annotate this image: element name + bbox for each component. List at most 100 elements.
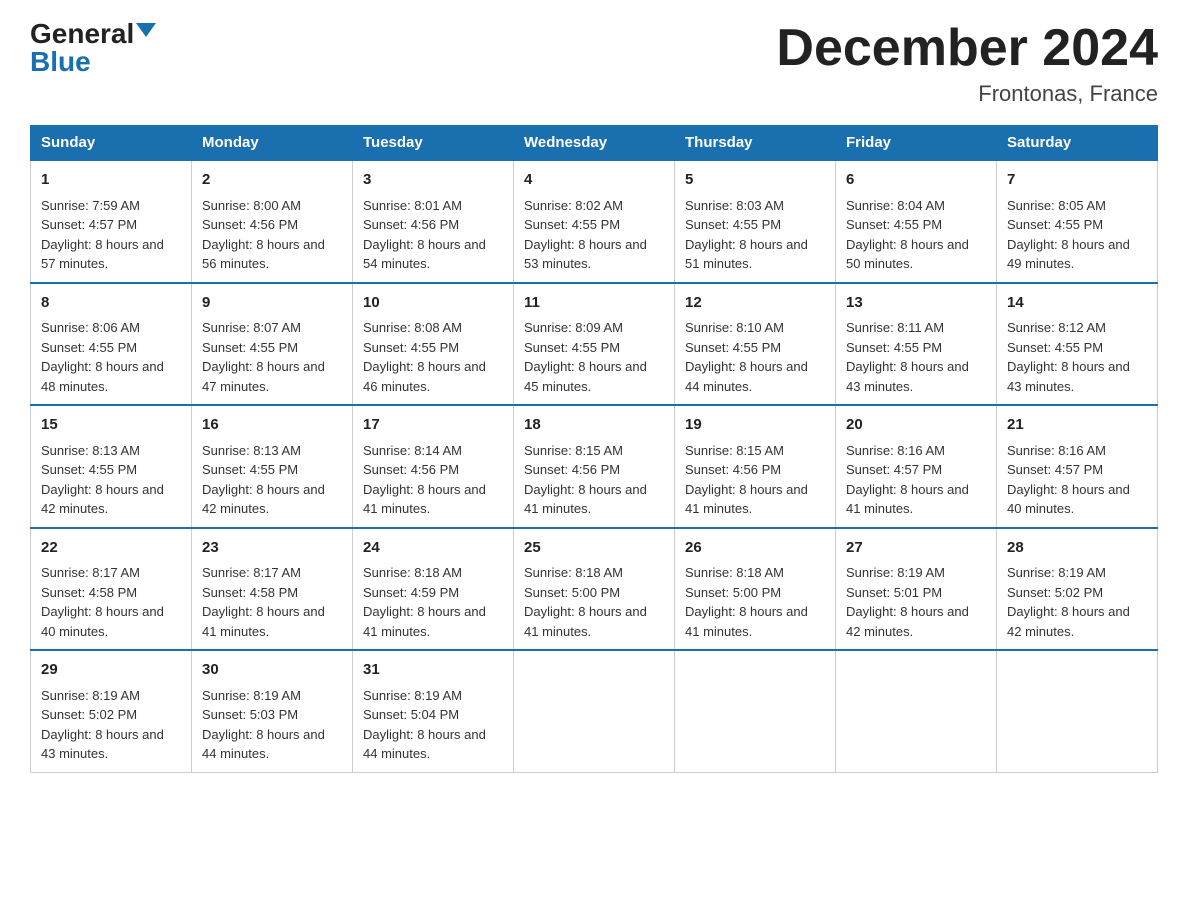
calendar-cell: 21 Sunrise: 8:16 AMSunset: 4:57 PMDayligh… [997,405,1158,528]
weekday-header-wednesday: Wednesday [514,126,675,161]
calendar-cell: 15Sunrise: 8:13 AMSunset: 4:55 PMDayligh… [31,405,192,528]
weekday-header-monday: Monday [192,126,353,161]
day-info: Sunrise: 8:16 AMSunset: 4:57 PMDaylight:… [846,441,986,519]
day-number: 12 [685,292,825,315]
page-header: General Blue December 2024 Frontonas, Fr… [30,20,1158,107]
calendar-cell: 16 Sunrise: 8:13 AMSunset: 4:55 PMDayligh… [192,405,353,528]
calendar-cell: 14 Sunrise: 8:12 AMSunset: 4:55 PMDayligh… [997,283,1158,406]
calendar-cell: 1Sunrise: 7:59 AMSunset: 4:57 PMDaylight… [31,160,192,283]
calendar-header-row: SundayMondayTuesdayWednesdayThursdayFrid… [31,126,1158,161]
day-number: 10 [363,292,503,315]
calendar-week-row: 1Sunrise: 7:59 AMSunset: 4:57 PMDaylight… [31,160,1158,283]
day-number: 25 [524,537,664,560]
day-number: 24 [363,537,503,560]
calendar-cell: 29 Sunrise: 8:19 AMSunset: 5:02 PMDayligh… [31,650,192,772]
calendar-week-row: 15Sunrise: 8:13 AMSunset: 4:55 PMDayligh… [31,405,1158,528]
day-info: Sunrise: 8:18 AMSunset: 4:59 PMDaylight:… [363,563,503,641]
day-info: Sunrise: 8:03 AMSunset: 4:55 PMDaylight:… [685,196,825,274]
calendar-cell: 25 Sunrise: 8:18 AMSunset: 5:00 PMDayligh… [514,528,675,651]
title-block: December 2024 Frontonas, France [776,20,1158,107]
day-number: 30 [202,659,342,682]
day-number: 20 [846,414,986,437]
day-info: Sunrise: 8:17 AMSunset: 4:58 PMDaylight:… [41,563,181,641]
day-info: Sunrise: 8:07 AMSunset: 4:55 PMDaylight:… [202,318,342,396]
calendar-cell: 18 Sunrise: 8:15 AMSunset: 4:56 PMDayligh… [514,405,675,528]
day-info: Sunrise: 8:08 AMSunset: 4:55 PMDaylight:… [363,318,503,396]
day-number: 26 [685,537,825,560]
day-info: Sunrise: 8:15 AMSunset: 4:56 PMDaylight:… [685,441,825,519]
calendar-cell: 26 Sunrise: 8:18 AMSunset: 5:00 PMDayligh… [675,528,836,651]
calendar-cell: 10 Sunrise: 8:08 AMSunset: 4:55 PMDayligh… [353,283,514,406]
day-info: Sunrise: 8:19 AMSunset: 5:01 PMDaylight:… [846,563,986,641]
day-number: 6 [846,169,986,192]
day-info: Sunrise: 8:04 AMSunset: 4:55 PMDaylight:… [846,196,986,274]
logo-blue-text: Blue [30,48,91,76]
day-number: 16 [202,414,342,437]
day-info: Sunrise: 8:01 AMSunset: 4:56 PMDaylight:… [363,196,503,274]
day-number: 29 [41,659,181,682]
calendar-cell: 5 Sunrise: 8:03 AMSunset: 4:55 PMDaylight… [675,160,836,283]
day-info: Sunrise: 8:16 AMSunset: 4:57 PMDaylight:… [1007,441,1147,519]
day-number: 17 [363,414,503,437]
day-number: 22 [41,537,181,560]
logo: General Blue [30,20,156,76]
calendar-cell: 7Sunrise: 8:05 AMSunset: 4:55 PMDaylight… [997,160,1158,283]
day-number: 27 [846,537,986,560]
calendar-cell: 12 Sunrise: 8:10 AMSunset: 4:55 PMDayligh… [675,283,836,406]
day-info: Sunrise: 8:12 AMSunset: 4:55 PMDaylight:… [1007,318,1147,396]
day-info: Sunrise: 8:18 AMSunset: 5:00 PMDaylight:… [685,563,825,641]
day-number: 1 [41,169,181,192]
calendar-cell: 3Sunrise: 8:01 AMSunset: 4:56 PMDaylight… [353,160,514,283]
calendar-cell: 6 Sunrise: 8:04 AMSunset: 4:55 PMDaylight… [836,160,997,283]
day-number: 11 [524,292,664,315]
calendar-table: SundayMondayTuesdayWednesdayThursdayFrid… [30,125,1158,773]
weekday-header-tuesday: Tuesday [353,126,514,161]
day-info: Sunrise: 8:18 AMSunset: 5:00 PMDaylight:… [524,563,664,641]
day-number: 7 [1007,169,1147,192]
day-info: Sunrise: 8:14 AMSunset: 4:56 PMDaylight:… [363,441,503,519]
day-info: Sunrise: 8:10 AMSunset: 4:55 PMDaylight:… [685,318,825,396]
day-number: 14 [1007,292,1147,315]
calendar-cell: 23Sunrise: 8:17 AMSunset: 4:58 PMDayligh… [192,528,353,651]
weekday-header-saturday: Saturday [997,126,1158,161]
page-title: December 2024 [776,20,1158,77]
calendar-cell [514,650,675,772]
day-info: Sunrise: 8:19 AMSunset: 5:02 PMDaylight:… [41,686,181,764]
day-number: 2 [202,169,342,192]
calendar-cell: 11 Sunrise: 8:09 AMSunset: 4:55 PMDayligh… [514,283,675,406]
day-number: 8 [41,292,181,315]
day-number: 9 [202,292,342,315]
calendar-cell: 8 Sunrise: 8:06 AMSunset: 4:55 PMDaylight… [31,283,192,406]
day-info: Sunrise: 8:13 AMSunset: 4:55 PMDaylight:… [202,441,342,519]
calendar-cell: 2 Sunrise: 8:00 AMSunset: 4:56 PMDaylight… [192,160,353,283]
weekday-header-sunday: Sunday [31,126,192,161]
calendar-cell: 24 Sunrise: 8:18 AMSunset: 4:59 PMDayligh… [353,528,514,651]
day-number: 13 [846,292,986,315]
calendar-cell: 9 Sunrise: 8:07 AMSunset: 4:55 PMDaylight… [192,283,353,406]
weekday-header-friday: Friday [836,126,997,161]
day-number: 31 [363,659,503,682]
calendar-cell [997,650,1158,772]
calendar-week-row: 22 Sunrise: 8:17 AMSunset: 4:58 PMDayligh… [31,528,1158,651]
page-location: Frontonas, France [776,81,1158,107]
calendar-cell: 13 Sunrise: 8:11 AMSunset: 4:55 PMDayligh… [836,283,997,406]
day-info: Sunrise: 8:15 AMSunset: 4:56 PMDaylight:… [524,441,664,519]
weekday-header-thursday: Thursday [675,126,836,161]
calendar-cell: 22 Sunrise: 8:17 AMSunset: 4:58 PMDayligh… [31,528,192,651]
calendar-cell: 28Sunrise: 8:19 AMSunset: 5:02 PMDayligh… [997,528,1158,651]
day-number: 21 [1007,414,1147,437]
day-info: Sunrise: 8:06 AMSunset: 4:55 PMDaylight:… [41,318,181,396]
calendar-cell: 19Sunrise: 8:15 AMSunset: 4:56 PMDayligh… [675,405,836,528]
calendar-cell: 30Sunrise: 8:19 AMSunset: 5:03 PMDayligh… [192,650,353,772]
day-info: Sunrise: 8:09 AMSunset: 4:55 PMDaylight:… [524,318,664,396]
day-number: 4 [524,169,664,192]
calendar-cell: 27 Sunrise: 8:19 AMSunset: 5:01 PMDayligh… [836,528,997,651]
day-number: 18 [524,414,664,437]
day-number: 5 [685,169,825,192]
day-info: Sunrise: 8:00 AMSunset: 4:56 PMDaylight:… [202,196,342,274]
calendar-cell [675,650,836,772]
day-info: Sunrise: 8:02 AMSunset: 4:55 PMDaylight:… [524,196,664,274]
calendar-week-row: 8 Sunrise: 8:06 AMSunset: 4:55 PMDaylight… [31,283,1158,406]
day-info: Sunrise: 8:11 AMSunset: 4:55 PMDaylight:… [846,318,986,396]
logo-general-text: General [30,20,134,48]
